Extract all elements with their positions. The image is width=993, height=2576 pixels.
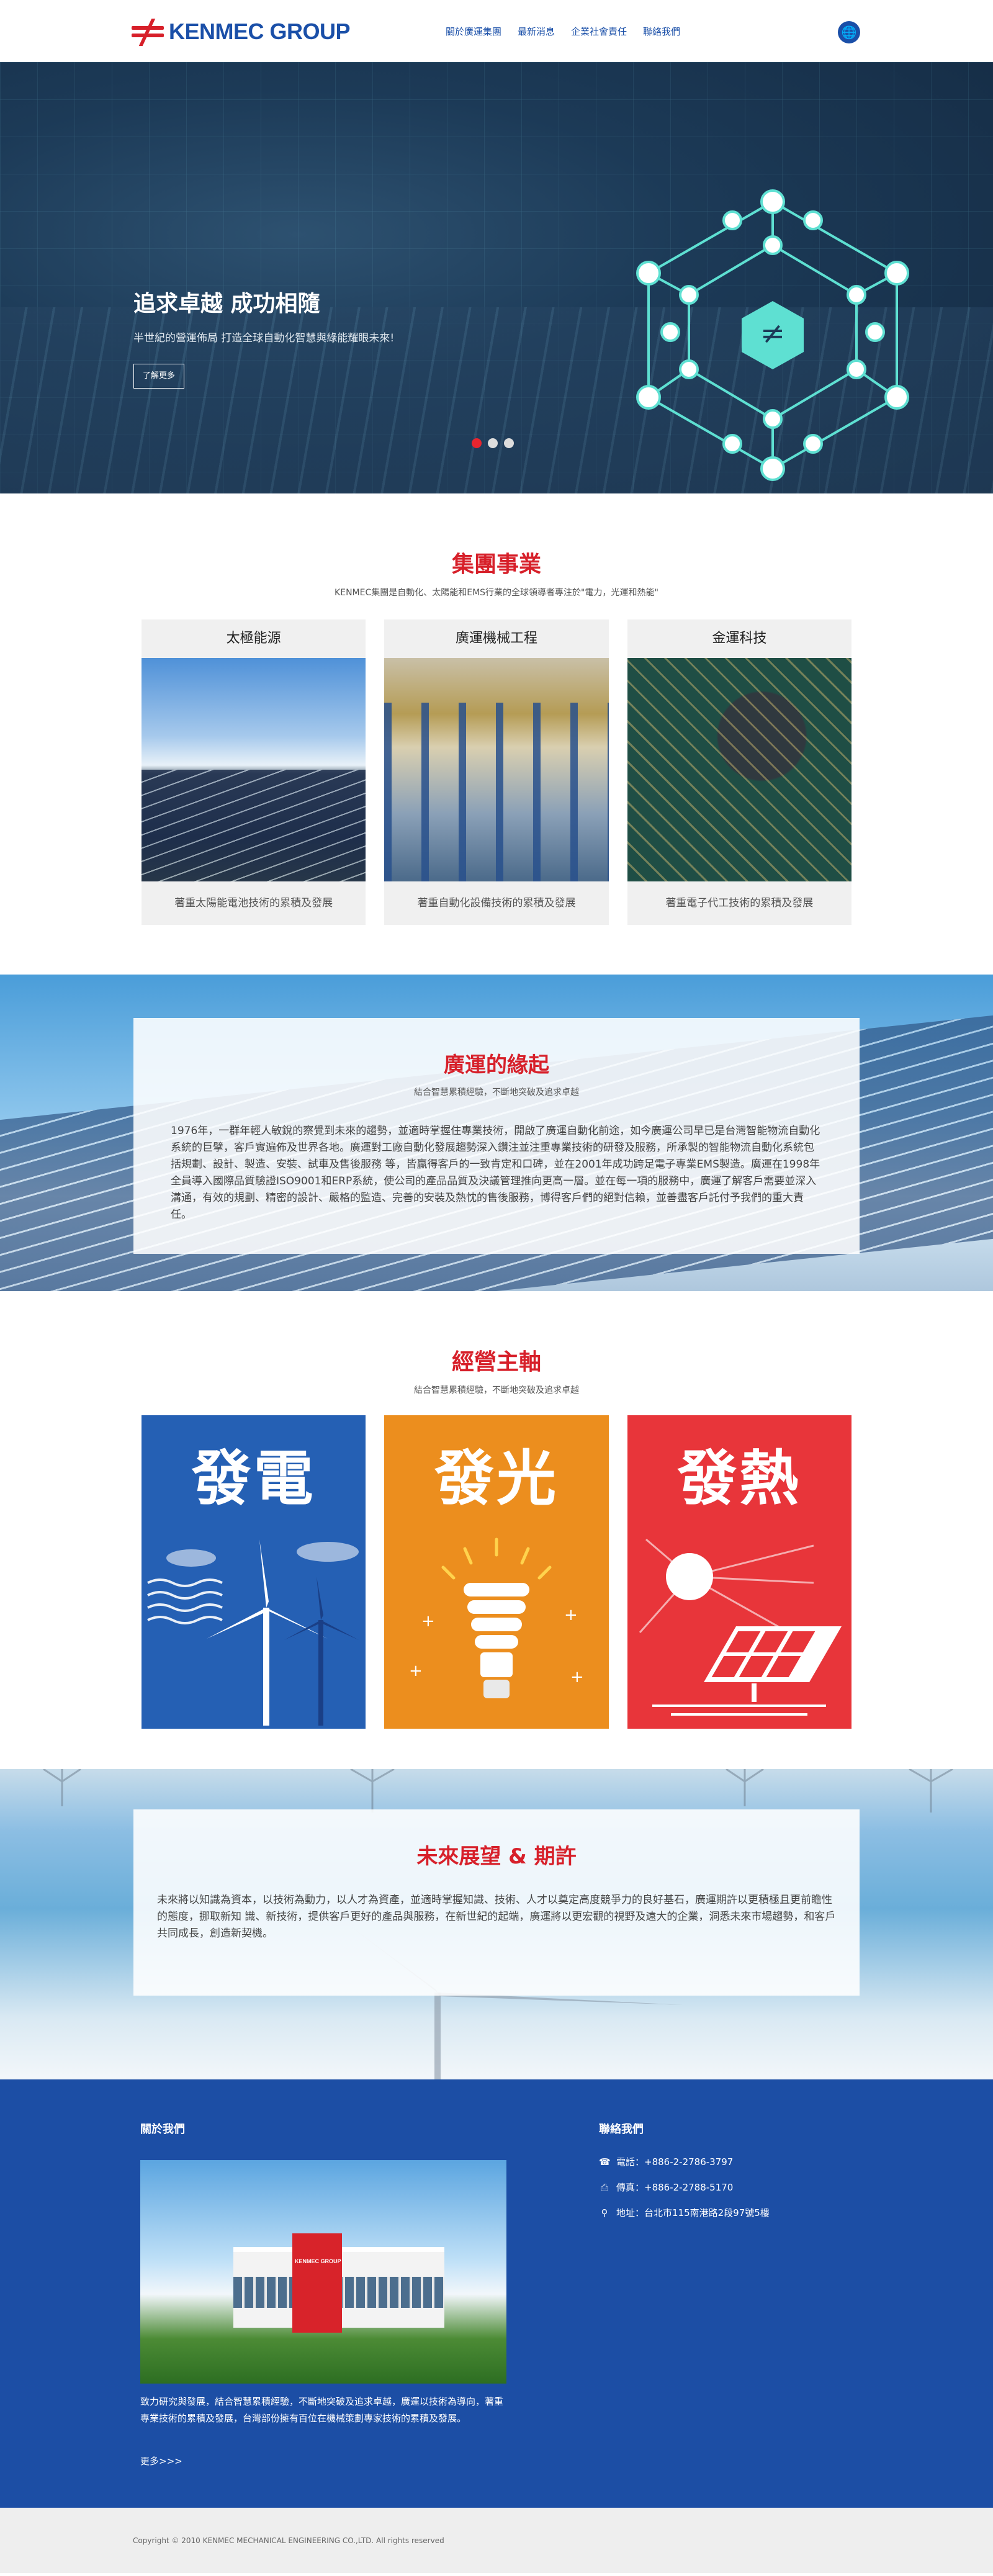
circuit-board-image: [627, 658, 851, 881]
section-subtitle: KENMEC集團是自動化、太陽能和EMS行業的全球領導者專注於"電力，光運和熱能…: [335, 588, 658, 598]
axis-card-light[interactable]: 發光 + + + +: [384, 1415, 609, 1729]
svg-text:+: +: [409, 1662, 423, 1680]
business-card[interactable]: 太極能源 著重太陽能電池技術的累積及發展: [142, 619, 366, 925]
axis-card-power[interactable]: 發電: [142, 1415, 366, 1729]
globe-icon[interactable]: 🌐: [838, 21, 860, 43]
section-title: 未來展望 & 期許: [416, 1844, 577, 1869]
svg-text:≠: ≠: [760, 316, 785, 351]
nav-item-csr[interactable]: 企業社會責任: [571, 25, 627, 38]
axis-word: 發電: [191, 1444, 316, 1513]
logo-text: KENMEC GROUP: [169, 19, 351, 44]
hero-learn-more-button[interactable]: 了解更多: [133, 364, 184, 389]
section-subtitle: 結合智慧累積經驗，不斷地突破及追求卓越: [414, 1385, 579, 1395]
future-section: 未來展望 & 期許 未來將以知識為資本，以技術為動力，以人才為資產，並適時掌握知…: [0, 1769, 993, 2079]
wind-turbine-icon: [147, 1539, 359, 1726]
site-header: KENMEC GROUP 關於廣運集團 最新消息 企業社會責任 聯絡我們 🌐: [0, 0, 993, 62]
axis-card-heat[interactable]: 發熱: [627, 1415, 851, 1729]
logo-mark-icon: [132, 19, 164, 46]
hero-banner: 追求卓越 成功相隨 半世紀的營運佈局 打造全球自動化智慧與綠能耀眼未來! 了解更…: [0, 62, 993, 493]
nav-item-news[interactable]: 最新消息: [518, 25, 555, 38]
carousel-dot[interactable]: [504, 438, 514, 448]
copyright-text: Copyright © 2010 KENMEC MECHANICAL ENGIN…: [133, 2536, 444, 2545]
light-bulb-icon: + + + +: [409, 1538, 584, 1698]
location-pin-icon: ⚲: [601, 2207, 608, 2218]
fax-icon: ⎙: [600, 2181, 608, 2193]
nav-item-contact[interactable]: 聯絡我們: [643, 25, 680, 38]
carousel-dot[interactable]: [472, 438, 482, 448]
solar-panel-image: [142, 658, 366, 881]
card-title: 廣運機械工程: [455, 631, 537, 646]
contact-phone: ☎ 電話：+886-2-2786-3797: [599, 2156, 734, 2168]
business-card[interactable]: 廣運機械工程 著重自動化設備技術的累積及發展: [384, 619, 609, 925]
hero-title: 追求卓越 成功相隨: [133, 291, 320, 317]
svg-text:+: +: [421, 1612, 435, 1631]
sun-solar-panel-icon: [639, 1538, 842, 1716]
contact-address: ⚲ 地址：台北市115南港路2段97號5樓: [599, 2206, 770, 2219]
card-caption: 著重自動化設備技術的累積及發展: [417, 897, 576, 909]
hero-subtitle: 半世紀的營運佈局 打造全球自動化智慧與綠能耀眼未來!: [133, 332, 395, 345]
business-cards: 太極能源 著重太陽能電池技術的累積及發展 廣運機械工程 著重自動化設備技術的累積…: [142, 619, 851, 925]
more-link[interactable]: 更多>>>: [140, 2454, 182, 2467]
card-caption: 著重電子代工技術的累積及發展: [665, 897, 814, 909]
nav-item-about[interactable]: 關於廣運集團: [446, 25, 501, 38]
card-caption: 著重太陽能電池技術的累積及發展: [174, 897, 333, 909]
logo[interactable]: KENMEC GROUP: [132, 19, 351, 46]
section-title: 集團事業: [451, 552, 541, 577]
network-hexagon-icon: ≠: [636, 189, 909, 481]
contact-title: 聯絡我們: [599, 2123, 644, 2136]
future-box: 未來展望 & 期許 未來將以知識為資本，以技術為動力，以人才為資產，並適時掌握知…: [133, 1809, 860, 1996]
phone-icon: ☎: [599, 2156, 611, 2168]
section-subtitle: 結合智慧累積經驗，不斷地突破及追求卓越: [414, 1088, 579, 1097]
svg-text:+: +: [570, 1668, 584, 1687]
origin-box: 廣運的緣起 結合智慧累積經驗，不斷地突破及追求卓越 1976年，一群年輕人敏銳的…: [133, 1018, 860, 1254]
carousel-dots: [472, 438, 514, 448]
future-text: 未來將以知識為資本，以技術為動力，以人才為資產，並適時掌握知識、技術、人才以奠定…: [157, 1894, 836, 1940]
axis-cards: 發電 發光 + + + + 發熱: [142, 1415, 851, 1729]
carousel-dot[interactable]: [488, 438, 498, 448]
building-sign: KENMEC GROUP: [295, 2258, 341, 2264]
headquarters-photo: KENMEC GROUP: [140, 2160, 506, 2384]
card-title: 太極能源: [226, 631, 281, 646]
origin-text: 1976年，一群年輕人敏銳的察覺到未來的趨勢，並適時掌握住專業技術，開啟了廣運自…: [171, 1125, 820, 1221]
automation-equipment-image: [384, 658, 609, 881]
business-card[interactable]: 金運科技 著重電子代工技術的累積及發展: [627, 619, 851, 925]
section-title: 經營主軸: [451, 1349, 541, 1375]
card-title: 金運科技: [712, 631, 767, 646]
origin-section: 廣運的緣起 結合智慧累積經驗，不斷地突破及追求卓越 1976年，一群年輕人敏銳的…: [0, 975, 993, 1291]
main-nav: 關於廣運集團 最新消息 企業社會責任 聯絡我們: [446, 25, 696, 38]
axis-word: 發熱: [677, 1444, 802, 1513]
about-text: 致力研究與發展，結合智慧累積經驗，不斷地突破及追求卓越，廣運以技術為導向，著重專…: [140, 2396, 504, 2424]
section-title: 廣運的緣起: [444, 1053, 549, 1078]
copyright-bar: Copyright © 2010 KENMEC MECHANICAL ENGIN…: [0, 2508, 993, 2573]
svg-text:+: +: [564, 1606, 578, 1624]
contact-fax: ⎙ 傳真：+886-2-2788-5170: [599, 2181, 733, 2194]
about-title: 關於我們: [140, 2123, 185, 2136]
axis-word: 發光: [434, 1444, 559, 1513]
